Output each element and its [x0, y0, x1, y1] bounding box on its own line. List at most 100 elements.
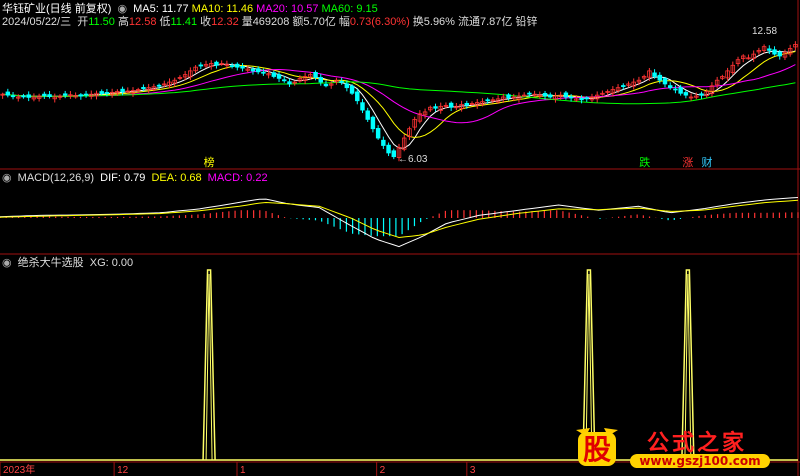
- candle[interactable]: [261, 68, 266, 76]
- candle[interactable]: [401, 134, 407, 152]
- candle[interactable]: [62, 90, 68, 99]
- candle[interactable]: [626, 81, 631, 88]
- candle[interactable]: [172, 77, 177, 87]
- candle[interactable]: [276, 71, 282, 83]
- candle[interactable]: [21, 93, 26, 99]
- candle[interactable]: [73, 92, 78, 99]
- candle[interactable]: [235, 62, 240, 71]
- candle[interactable]: [203, 60, 209, 69]
- candle[interactable]: [662, 76, 668, 88]
- candle[interactable]: [767, 45, 772, 55]
- candle[interactable]: [78, 93, 84, 100]
- candle[interactable]: [610, 86, 616, 97]
- candle[interactable]: [287, 78, 292, 87]
- settings-icon[interactable]: ◉: [2, 172, 12, 184]
- candle[interactable]: [360, 98, 365, 114]
- candle[interactable]: [339, 77, 344, 85]
- candle[interactable]: [673, 85, 678, 94]
- candle[interactable]: [42, 91, 47, 99]
- xg-name[interactable]: 绝杀大牛选股: [18, 257, 84, 269]
- candlestick-series[interactable]: [0, 41, 798, 162]
- candle[interactable]: [793, 41, 798, 51]
- settings-icon[interactable]: ◉: [2, 257, 12, 269]
- candle[interactable]: [699, 91, 704, 99]
- candle[interactable]: [381, 136, 386, 149]
- candle[interactable]: [68, 91, 73, 99]
- candle[interactable]: [469, 101, 475, 106]
- candle[interactable]: [720, 74, 725, 81]
- candle[interactable]: [292, 80, 297, 86]
- candle[interactable]: [214, 60, 219, 69]
- candle[interactable]: [761, 44, 767, 54]
- candle[interactable]: [47, 90, 52, 99]
- candle[interactable]: [735, 56, 741, 67]
- candle[interactable]: [438, 102, 443, 114]
- candle[interactable]: [521, 92, 527, 97]
- candle[interactable]: [10, 91, 16, 100]
- candle[interactable]: [709, 82, 715, 97]
- candle[interactable]: [5, 88, 11, 98]
- candle[interactable]: [83, 90, 89, 98]
- candle[interactable]: [730, 61, 736, 76]
- stock-name[interactable]: 华钰矿业(日线 前复权): [2, 3, 111, 15]
- candle[interactable]: [772, 46, 777, 56]
- candle[interactable]: [412, 116, 417, 131]
- candle[interactable]: [177, 75, 183, 81]
- candle[interactable]: [448, 101, 454, 111]
- candle[interactable]: [548, 92, 553, 99]
- candle[interactable]: [741, 54, 746, 63]
- candle[interactable]: [57, 94, 63, 100]
- candle[interactable]: [532, 90, 537, 98]
- candle[interactable]: [375, 125, 381, 140]
- candle[interactable]: [355, 89, 360, 105]
- quote-item: 额5.70亿: [292, 16, 336, 28]
- candle[interactable]: [787, 44, 793, 57]
- candle[interactable]: [537, 91, 543, 99]
- candle[interactable]: [370, 115, 376, 133]
- candle[interactable]: [31, 93, 37, 102]
- candle[interactable]: [600, 90, 605, 96]
- candle[interactable]: [454, 102, 459, 111]
- settings-icon[interactable]: ◉: [117, 3, 127, 15]
- candle[interactable]: [746, 54, 751, 60]
- candle[interactable]: [125, 87, 131, 94]
- candle[interactable]: [36, 93, 42, 102]
- candle[interactable]: [782, 49, 788, 61]
- candle[interactable]: [688, 93, 694, 101]
- candle[interactable]: [167, 78, 172, 89]
- candle[interactable]: [271, 70, 277, 79]
- candle[interactable]: [26, 91, 31, 102]
- candle[interactable]: [0, 92, 5, 99]
- candle[interactable]: [667, 82, 673, 90]
- candle[interactable]: [146, 83, 151, 94]
- candle[interactable]: [323, 80, 329, 88]
- candle[interactable]: [156, 83, 162, 90]
- candle[interactable]: [209, 60, 214, 70]
- candle[interactable]: [433, 103, 438, 112]
- candle[interactable]: [756, 47, 762, 55]
- candle[interactable]: [751, 50, 756, 63]
- candle[interactable]: [641, 74, 647, 81]
- candle[interactable]: [422, 108, 428, 119]
- candle[interactable]: [365, 107, 370, 122]
- candle[interactable]: [240, 63, 245, 72]
- candle[interactable]: [683, 90, 689, 99]
- candle[interactable]: [229, 62, 235, 69]
- candle[interactable]: [417, 110, 423, 124]
- macd-name[interactable]: MACD(12,26,9): [18, 172, 94, 184]
- candle[interactable]: [349, 84, 355, 95]
- candle[interactable]: [407, 126, 412, 141]
- candle[interactable]: [193, 65, 198, 74]
- candle[interactable]: [318, 74, 323, 86]
- stock-chart-canvas[interactable]: 榜跌涨财 12.58 ←6.03 2023年 12 1 2 3: [0, 0, 800, 476]
- dea-line: [0, 199, 799, 239]
- candle[interactable]: [553, 92, 558, 103]
- candle[interactable]: [386, 142, 391, 157]
- candle[interactable]: [302, 72, 308, 85]
- candle[interactable]: [52, 93, 57, 103]
- candle[interactable]: [631, 78, 636, 90]
- candle[interactable]: [391, 148, 397, 160]
- candle[interactable]: [198, 62, 204, 70]
- candle[interactable]: [714, 76, 720, 89]
- candle[interactable]: [428, 105, 433, 112]
